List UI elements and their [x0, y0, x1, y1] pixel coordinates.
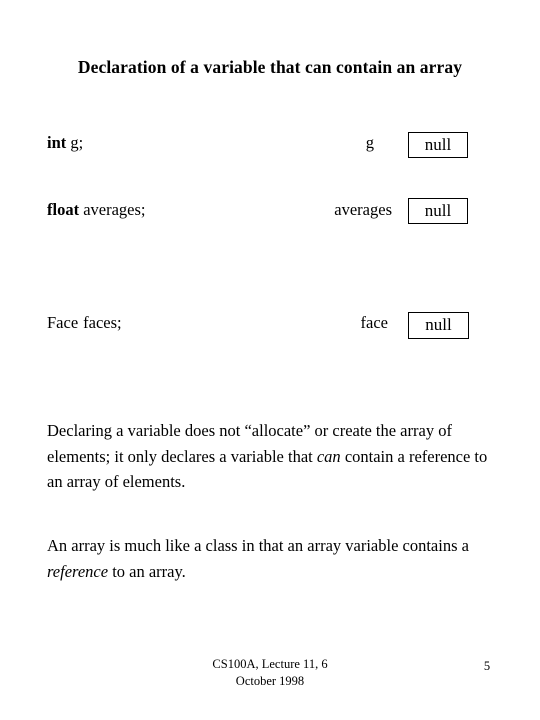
variable-box-label: averages	[334, 200, 392, 219]
variable-box-label: g	[365, 133, 374, 152]
variable-value-box: null	[408, 132, 468, 158]
page-number: 5	[483, 659, 491, 673]
body-paragraph: An array is much like a class in that an…	[47, 533, 499, 584]
declaration-code: float averages;	[47, 197, 146, 223]
type-keyword: Face	[47, 313, 79, 332]
declaration-code: int g;	[47, 130, 83, 156]
variable-name: averages;	[83, 200, 146, 219]
declaration-row: Face faces; face null	[0, 310, 540, 344]
variable-name: faces;	[83, 313, 122, 332]
variable-value-box: null	[408, 198, 468, 224]
paragraph-text-part: An array is much like a class in that an…	[47, 536, 469, 555]
paragraph-emphasis: can	[316, 446, 341, 466]
body-paragraph: Declaring a variable does not “allocate”…	[47, 418, 499, 495]
declaration-row: float averages; averages null	[0, 197, 540, 231]
variable-name: g;	[70, 133, 84, 152]
footer-line-1: CS100A, Lecture 11, 6	[212, 657, 328, 671]
declaration-code: Face faces;	[47, 310, 122, 336]
declaration-row: int g; g null	[0, 130, 540, 164]
type-keyword: int	[47, 133, 67, 152]
variable-box-label: face	[360, 313, 388, 332]
type-keyword: float	[47, 200, 80, 219]
footer-line-2: October 1998	[235, 674, 305, 688]
variable-value-box: null	[408, 312, 469, 339]
paragraph-emphasis: reference	[47, 561, 109, 581]
slide-footer: CS100A, Lecture 11, 6 October 1998	[130, 656, 410, 690]
page-title: Declaration of a variable that can conta…	[77, 57, 463, 77]
slide-canvas: Declaration of a variable that can conta…	[0, 0, 540, 720]
paragraph-text-part: to an array.	[108, 561, 186, 581]
